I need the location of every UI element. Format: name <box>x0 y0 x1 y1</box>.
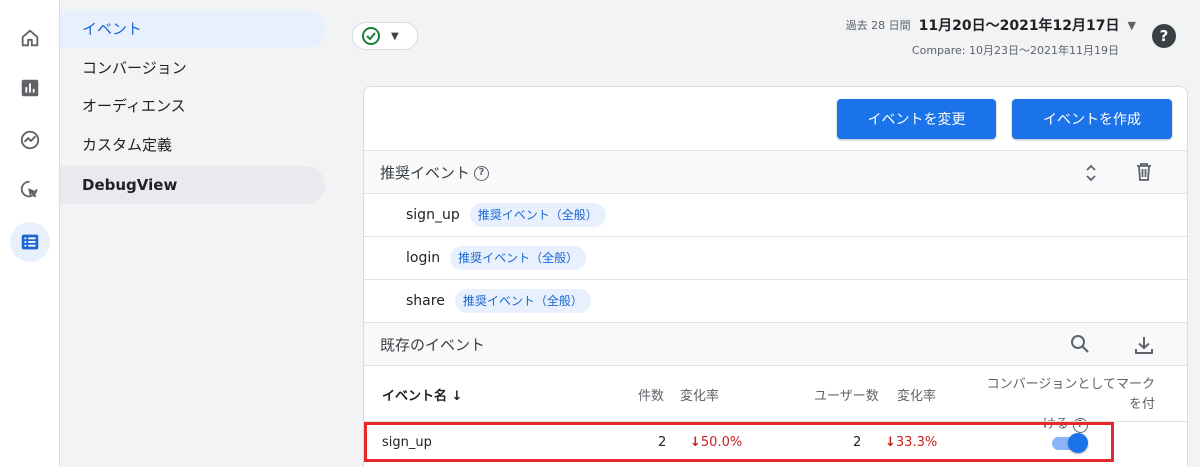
subnav-item-custom-definitions[interactable]: カスタム定義 <box>60 126 325 164</box>
recommended-event-chip: 推奨イベント（全般） <box>469 203 606 227</box>
date-range-picker[interactable]: 過去 28 日間 11月20日～2021年12月17日 ▼ Compare: 1… <box>846 15 1136 58</box>
column-header-users[interactable]: ユーザー数 <box>814 385 879 404</box>
subnav-item-debugview[interactable]: DebugView <box>60 166 325 204</box>
recommended-event-name: login <box>406 250 441 266</box>
date-preset-label: 過去 28 日間 <box>845 19 911 32</box>
recommended-event-chip: 推奨イベント（全般） <box>454 289 591 313</box>
date-range-label: 11月20日～2021年12月17日 <box>918 18 1120 34</box>
configure-subnav: イベント コンバージョン オーディエンス カスタム定義 DebugView <box>60 0 340 467</box>
recommended-events-title: 推奨イベント <box>380 164 471 182</box>
create-event-button[interactable]: イベントを作成 <box>1012 99 1172 139</box>
subnav-item-events[interactable]: イベント <box>60 10 325 48</box>
expand-collapse-icon[interactable] <box>1084 163 1098 183</box>
events-card: イベントを変更 イベントを作成 推奨イベント ? sign_up 推奨イベント（… <box>363 86 1188 467</box>
arrow-down-icon: ↓ <box>451 389 463 404</box>
caret-down-icon: ▼ <box>391 30 399 42</box>
caret-down-icon: ▼ <box>1127 18 1136 32</box>
recommended-event-chip: 推奨イベント（全般） <box>450 246 587 270</box>
recommended-event-row[interactable]: share 推奨イベント（全般） <box>364 280 1187 323</box>
column-header-event-name[interactable]: イベント名 ↓ <box>382 385 462 404</box>
delete-icon[interactable] <box>1135 162 1153 182</box>
existing-events-title: 既存のイベント <box>380 336 486 354</box>
existing-events-header: 既存のイベント <box>364 322 1187 366</box>
subnav-item-conversions[interactable]: コンバージョン <box>60 49 325 87</box>
column-header-count-change[interactable]: 変化率 <box>680 385 719 404</box>
recommended-event-row[interactable]: sign_up 推奨イベント（全般） <box>364 194 1187 237</box>
recommended-event-name: share <box>406 293 445 309</box>
explore-icon[interactable] <box>10 120 50 160</box>
recommended-event-row[interactable]: login 推奨イベント（全般） <box>364 237 1187 280</box>
recommended-events-header: 推奨イベント ? <box>364 150 1187 194</box>
home-icon[interactable] <box>10 18 50 58</box>
help-icon[interactable]: ? <box>1152 24 1176 48</box>
column-header-users-change[interactable]: 変化率 <box>897 385 936 404</box>
download-icon[interactable] <box>1133 334 1155 356</box>
reports-icon[interactable] <box>10 68 50 108</box>
highlight-annotation-box <box>364 422 1114 462</box>
configure-icon[interactable] <box>10 222 50 262</box>
modify-event-button[interactable]: イベントを変更 <box>837 99 996 139</box>
help-circle-icon[interactable]: ? <box>474 165 490 181</box>
compare-range-label: Compare: 10月23日～2021年11月19日 <box>911 44 1119 57</box>
advertising-icon[interactable] <box>10 170 50 210</box>
recommended-event-name: sign_up <box>406 207 460 223</box>
check-circle-icon <box>362 27 380 45</box>
column-header-conversion-line1: コンバージョンとしてマークを付 <box>986 377 1155 412</box>
column-header-label: イベント名 <box>382 389 448 404</box>
column-header-count[interactable]: 件数 <box>638 385 664 404</box>
subnav-item-audiences[interactable]: オーディエンス <box>60 87 325 125</box>
search-icon[interactable] <box>1070 334 1090 354</box>
status-dropdown[interactable]: ▼ <box>352 22 418 50</box>
left-icon-rail <box>0 0 60 467</box>
